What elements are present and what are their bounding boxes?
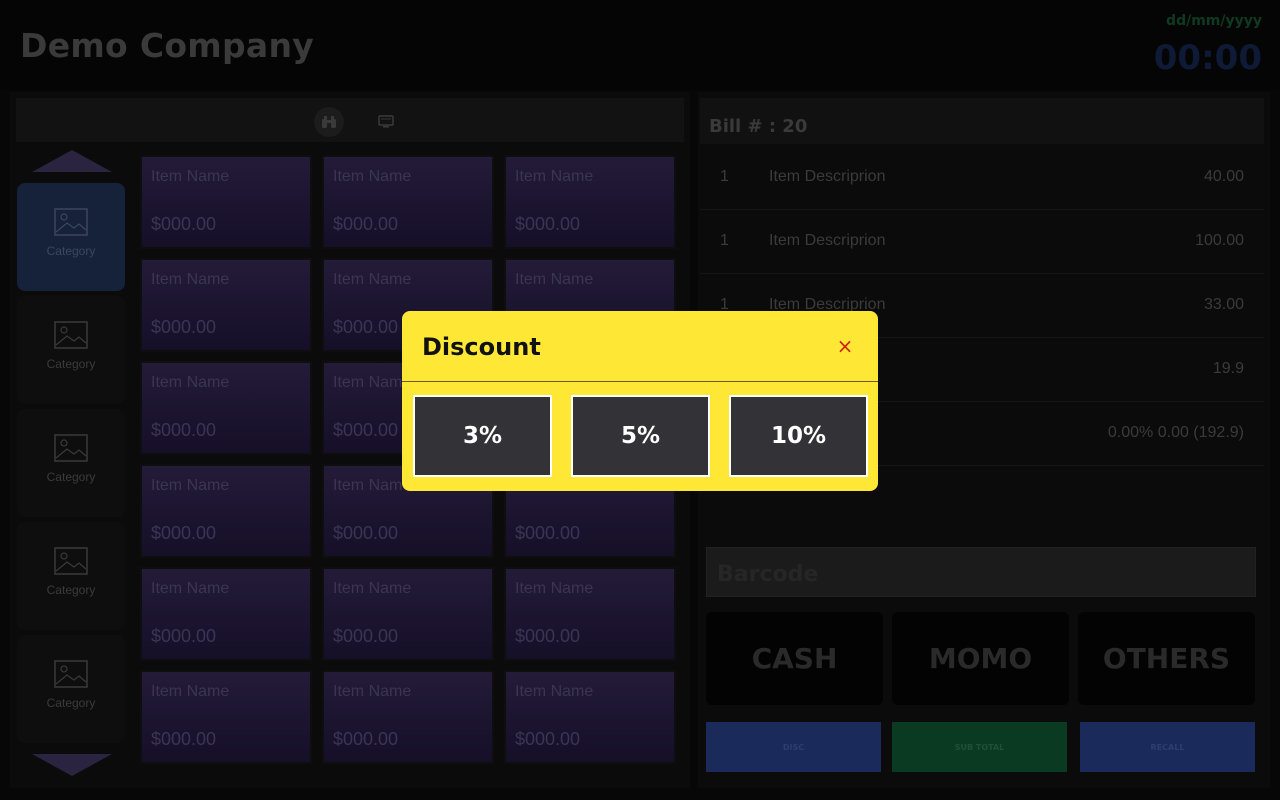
bill-qty: 1 <box>720 232 729 249</box>
category-item[interactable]: Category <box>17 522 125 630</box>
item-tile[interactable]: Item Name $000.00 <box>140 361 312 455</box>
scroll-up-arrow-icon[interactable] <box>32 150 112 172</box>
item-price: $000.00 <box>515 523 581 543</box>
category-item[interactable]: Category <box>17 183 125 291</box>
bill-number: Bill # : 20 <box>709 116 808 137</box>
discount-dialog: Discount × 3% 5% 10% <box>402 311 878 491</box>
bill-amount: 19.9 <box>1212 360 1244 377</box>
item-price: $000.00 <box>515 729 581 749</box>
discount-3-button[interactable]: 3% <box>413 395 552 477</box>
item-name: Item Name <box>151 271 230 288</box>
item-price: $000.00 <box>333 317 399 337</box>
item-price: $000.00 <box>151 626 217 646</box>
item-price: $000.00 <box>151 523 217 543</box>
image-placeholder-icon <box>54 208 88 236</box>
bill-row[interactable]: 1 Item Descriprion 40.00 <box>700 146 1264 210</box>
product-toolbar <box>16 98 684 142</box>
category-label: Category <box>46 583 96 597</box>
bill-amount: 100.00 <box>1195 232 1244 249</box>
item-name: Item Name <box>515 168 594 185</box>
item-price: $000.00 <box>515 626 581 646</box>
item-price: $000.00 <box>333 729 399 749</box>
item-price: $000.00 <box>151 729 217 749</box>
item-name: Item Name <box>151 580 230 597</box>
category-item[interactable]: Category <box>17 409 125 517</box>
discount-10-button[interactable]: 10% <box>729 395 868 477</box>
header-bar: Demo Company dd/mm/yyyy 00:00 <box>0 0 1280 90</box>
dialog-title: Discount <box>422 333 541 361</box>
close-icon[interactable]: × <box>834 335 856 357</box>
item-name: Item Name <box>333 477 412 494</box>
bill-amount: 33.00 <box>1203 296 1244 313</box>
bill-header: Bill # : 20 <box>700 98 1264 144</box>
item-name: Item Name <box>151 168 230 185</box>
bill-qty: 1 <box>720 168 729 185</box>
item-name: Item Name <box>151 683 230 700</box>
bill-amount: 0.00% 0.00 (192.9) <box>1107 424 1244 441</box>
category-label: Category <box>46 357 96 371</box>
item-name: Item Name <box>333 374 412 391</box>
scroll-down-arrow-icon[interactable] <box>32 754 112 776</box>
image-placeholder-icon <box>54 660 88 688</box>
category-label: Category <box>46 470 96 484</box>
dialog-divider <box>402 381 878 382</box>
item-tile[interactable]: Item Name $000.00 <box>140 155 312 249</box>
barcode-input[interactable]: Barcode <box>706 547 1256 597</box>
item-name: Item Name <box>333 683 412 700</box>
item-name: Item Name <box>333 271 412 288</box>
monitor-icon[interactable] <box>371 107 401 137</box>
company-name: Demo Company <box>20 26 315 65</box>
clock-display: 00:00 <box>1153 38 1262 78</box>
item-price: $000.00 <box>333 523 399 543</box>
recall-button[interactable]: RECALL <box>1080 722 1255 772</box>
date-display: dd/mm/yyyy <box>1166 13 1262 29</box>
item-tile[interactable]: Item Name $000.00 <box>140 464 312 558</box>
bill-amount: 40.00 <box>1203 168 1244 185</box>
bill-description: Item Descriprion <box>769 232 886 249</box>
item-tile[interactable]: Item Name $000.00 <box>504 155 676 249</box>
category-label: Category <box>46 696 96 710</box>
category-label: Category <box>46 244 96 258</box>
others-button[interactable]: OTHERS <box>1078 612 1255 705</box>
item-tile[interactable]: Item Name $000.00 <box>504 567 676 661</box>
item-price: $000.00 <box>151 420 217 440</box>
item-name: Item Name <box>515 683 594 700</box>
item-tile[interactable]: Item Name $000.00 <box>140 258 312 352</box>
item-price: $000.00 <box>333 626 399 646</box>
image-placeholder-icon <box>54 547 88 575</box>
item-price: $000.00 <box>151 214 217 234</box>
category-list: Category Category Category Category Category <box>16 148 126 778</box>
category-item[interactable]: Category <box>17 296 125 404</box>
category-item[interactable]: Category <box>17 635 125 743</box>
item-name: Item Name <box>333 168 412 185</box>
item-name: Item Name <box>151 374 230 391</box>
item-price: $000.00 <box>333 214 399 234</box>
item-price: $000.00 <box>515 214 581 234</box>
discount-5-button[interactable]: 5% <box>571 395 710 477</box>
binoculars-icon[interactable] <box>314 107 344 137</box>
bill-description: Item Descriprion <box>769 168 886 185</box>
cash-button[interactable]: CASH <box>706 612 883 705</box>
image-placeholder-icon <box>54 434 88 462</box>
item-name: Item Name <box>515 271 594 288</box>
item-tile[interactable]: Item Name $000.00 <box>322 567 494 661</box>
item-price: $000.00 <box>333 420 399 440</box>
disc-button[interactable]: DISC <box>706 722 881 772</box>
image-placeholder-icon <box>54 321 88 349</box>
item-tile[interactable]: Item Name $000.00 <box>322 670 494 764</box>
item-tile[interactable]: Item Name $000.00 <box>322 155 494 249</box>
item-name: Item Name <box>333 580 412 597</box>
barcode-placeholder: Barcode <box>717 562 819 587</box>
bill-row[interactable]: 1 Item Descriprion 100.00 <box>700 210 1264 274</box>
item-price: $000.00 <box>151 317 217 337</box>
item-name: Item Name <box>515 580 594 597</box>
momo-button[interactable]: MOMO <box>892 612 1069 705</box>
item-tile[interactable]: Item Name $000.00 <box>140 670 312 764</box>
item-tile[interactable]: Item Name $000.00 <box>504 670 676 764</box>
item-name: Item Name <box>151 477 230 494</box>
subtotal-button[interactable]: SUB TOTAL <box>892 722 1067 772</box>
item-tile[interactable]: Item Name $000.00 <box>140 567 312 661</box>
